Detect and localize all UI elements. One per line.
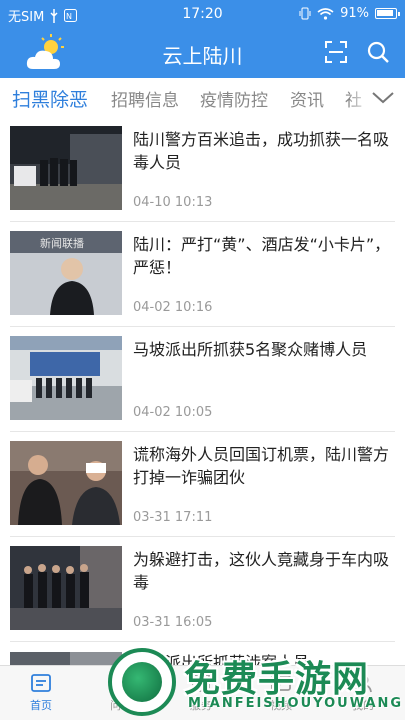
nav-home[interactable]: 首页 — [11, 672, 71, 713]
tab-anti-crime[interactable]: 扫黑除恶 — [12, 85, 88, 112]
chat-icon — [112, 675, 130, 694]
news-item[interactable]: 陆川警方百米追击，成功抓获一名吸毒人员 04-10 10:13 — [0, 120, 405, 225]
divider — [10, 326, 395, 327]
tab-news[interactable]: 资讯 — [290, 86, 324, 111]
news-title: 谎称海外人员回国订机票，陆川警方打掉一诈骗团伙 — [133, 445, 390, 487]
news-item[interactable]: 新闻联播 陆川：严打“黄”、酒店发“小卡片”，严惩！ 04-02 10:16 — [0, 225, 405, 330]
news-date: 04-02 10:16 — [133, 300, 213, 315]
nav-inquiry[interactable]: 问政 — [91, 672, 151, 713]
news-date: 04-10 10:13 — [133, 195, 213, 210]
tab-jobs[interactable]: 招聘信息 — [111, 86, 179, 111]
divider — [10, 431, 395, 432]
news-title: 马坡派出所抓获5名聚众赌博人员 — [133, 340, 368, 359]
battery-icon — [375, 8, 400, 19]
chevron-down-icon[interactable] — [371, 88, 395, 106]
nav-profile-label: 我的 — [352, 699, 374, 712]
user-icon — [354, 674, 372, 693]
news-thumbnail — [10, 336, 122, 420]
nav-video[interactable]: 视频 — [251, 672, 311, 713]
vibrate-icon — [299, 7, 311, 20]
wifi-icon — [317, 8, 334, 20]
news-thumbnail — [10, 546, 122, 630]
status-right: 91% — [299, 6, 400, 21]
nav-profile[interactable]: 我的 — [333, 672, 393, 713]
home-icon — [31, 674, 51, 692]
divider — [10, 221, 395, 222]
news-date: 04-02 10:05 — [133, 405, 213, 420]
battery-percent: 91% — [340, 6, 369, 21]
nav-video-label: 视频 — [270, 699, 292, 712]
divider — [10, 536, 395, 537]
news-thumbnail — [10, 651, 122, 665]
nav-service[interactable]: 服务 — [171, 672, 231, 713]
search-icon[interactable] — [366, 40, 390, 64]
tab-epidemic[interactable]: 疫情防控 — [200, 86, 268, 111]
news-date: 03-31 17:11 — [133, 510, 213, 525]
service-icon — [192, 674, 210, 692]
news-thumbnail — [10, 126, 122, 210]
thumb-caption: 新闻联播 — [40, 236, 84, 250]
news-title: 为躲避打击，这伙人竟藏身于车内吸毒 — [133, 550, 390, 592]
scan-icon[interactable] — [325, 41, 347, 63]
video-icon — [271, 675, 291, 691]
nav-home-label: 首页 — [30, 699, 52, 712]
news-item[interactable]: 为躲避打击，这伙人竟藏身于车内吸毒 03-31 16:05 — [0, 540, 405, 645]
news-thumbnail — [10, 441, 122, 525]
news-thumbnail: 新闻联播 — [10, 231, 122, 315]
news-item[interactable]: 谎称海外人员回国订机票，陆川警方打掉一诈骗团伙 03-31 17:11 — [0, 435, 405, 540]
app-header: 无SIM N 17:20 91% 云上陆川 — [0, 0, 405, 78]
bottom-navigation: 首页 问政 服务 视频 我的 — [0, 665, 405, 720]
nav-service-label: 服务 — [190, 699, 212, 712]
nav-inquiry-label: 问政 — [110, 699, 132, 712]
category-tabs: 扫黑除恶 招聘信息 疫情防控 资讯 社 — [0, 78, 405, 120]
news-title: 陆川警方百米追击，成功抓获一名吸毒人员 — [133, 130, 390, 172]
divider — [10, 641, 395, 642]
news-date: 03-31 16:05 — [133, 615, 213, 630]
news-title: 陆川：严打“黄”、酒店发“小卡片”，严惩！ — [133, 235, 391, 277]
news-item[interactable]: 马坡派出所抓获5名聚众赌博人员 04-02 10:05 — [0, 330, 405, 435]
status-bar: 无SIM N 17:20 91% — [0, 0, 405, 28]
